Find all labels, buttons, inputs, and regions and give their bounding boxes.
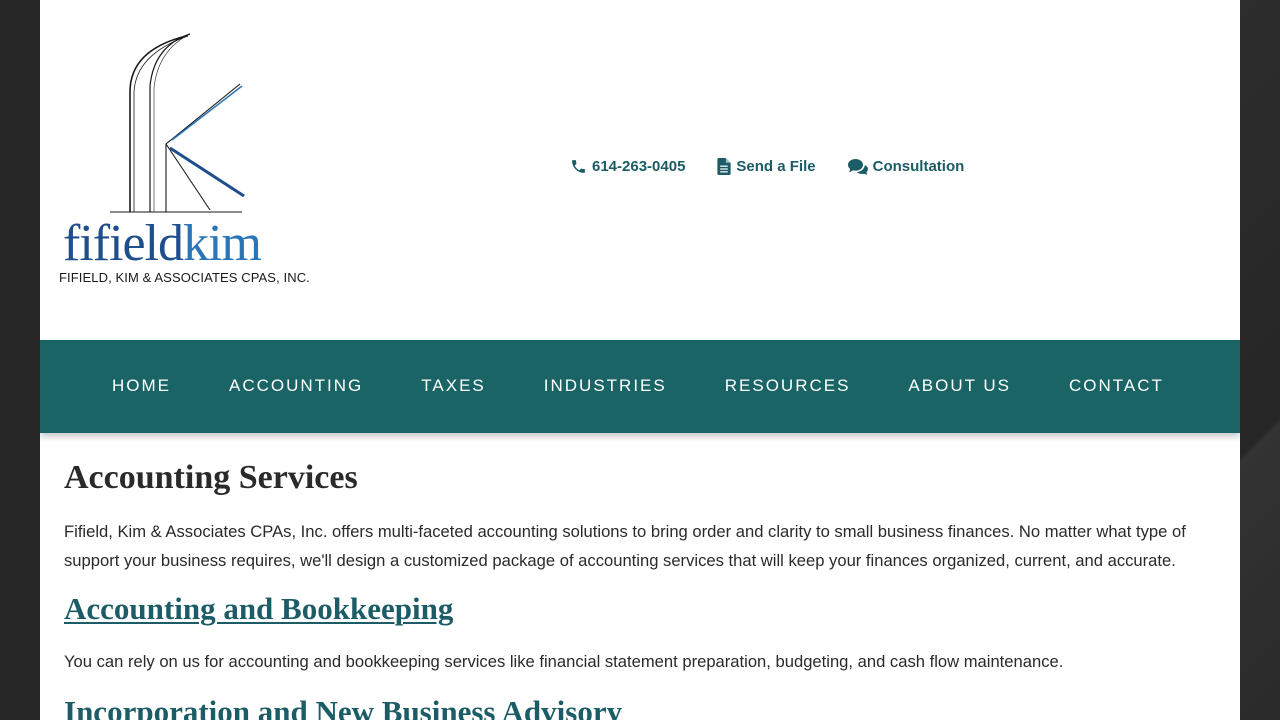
nav-item-industries[interactable]: INDUSTRIES (544, 376, 667, 396)
section-heading-accounting-bookkeeping: Accounting and Bookkeeping (64, 591, 1224, 627)
company-logo[interactable]: fifieldkim FIFIELD, KIM & ASSOCIATES CPA… (58, 30, 310, 295)
nav-item-home[interactable]: HOME (112, 376, 171, 396)
page-container: fifieldkim FIFIELD, KIM & ASSOCIATES CPA… (40, 0, 1240, 720)
page-background-left (0, 0, 40, 720)
site-header: fifieldkim FIFIELD, KIM & ASSOCIATES CPA… (40, 0, 1240, 340)
nav-item-about-us[interactable]: ABOUT US (908, 376, 1011, 396)
main-content: Accounting Services Fifield, Kim & Assoc… (64, 433, 1224, 720)
logo-tagline: FIFIELD, KIM & ASSOCIATES CPAS, INC. (59, 270, 310, 285)
header-contact-bar: 614-263-0405 Send a File Consultation (570, 158, 964, 175)
page-title: Accounting Services (64, 459, 358, 496)
section-body-accounting-bookkeeping: You can rely on us for accounting and bo… (64, 652, 1064, 671)
logo-wordmark: fifieldkim (63, 215, 262, 272)
nav-item-resources[interactable]: RESOURCES (725, 376, 851, 396)
consultation-label: Consultation (872, 158, 965, 175)
nav-menu: HOME ACCOUNTING TAXES INDUSTRIES RESOURC… (112, 376, 1222, 396)
main-navigation: HOME ACCOUNTING TAXES INDUSTRIES RESOURC… (40, 340, 1240, 433)
section-heading-incorporation: Incorporation and New Business Advisory (64, 694, 623, 720)
phone-label: 614-263-0405 (592, 158, 686, 175)
send-file-label: Send a File (736, 158, 816, 175)
nav-item-contact[interactable]: CONTACT (1069, 376, 1164, 396)
file-icon (717, 158, 732, 175)
nav-item-taxes[interactable]: TAXES (421, 376, 485, 396)
logo-k-mark-icon (110, 33, 245, 213)
phone-icon (572, 160, 585, 173)
consultation-link[interactable]: Consultation (847, 158, 965, 175)
intro-paragraph: Fifield, Kim & Associates CPAs, Inc. off… (64, 522, 1186, 570)
accounting-bookkeeping-link[interactable]: Accounting and Bookkeeping (64, 591, 453, 626)
nav-item-accounting[interactable]: ACCOUNTING (229, 376, 363, 396)
page-background-right (1240, 0, 1280, 720)
send-file-link[interactable]: Send a File (717, 158, 816, 175)
chat-icon (847, 159, 868, 175)
phone-link[interactable]: 614-263-0405 (570, 158, 685, 175)
